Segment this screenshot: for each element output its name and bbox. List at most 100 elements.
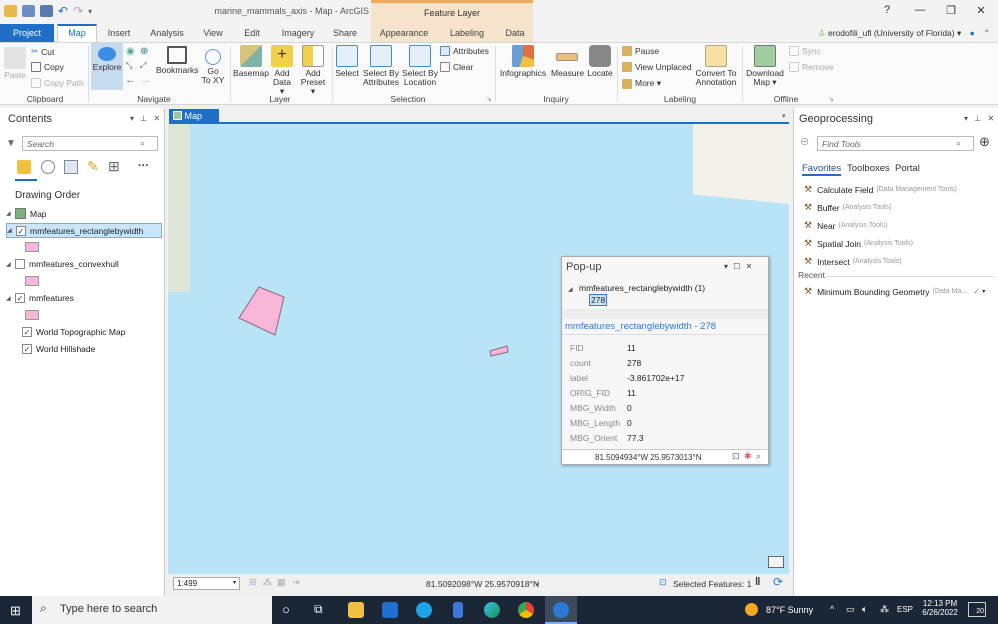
list-by-snapping-icon[interactable]: ⊞ bbox=[108, 158, 120, 175]
popup-layer-entry[interactable]: ◢ mmfeatures_rectanglebywidth (1) bbox=[568, 283, 705, 293]
arcgis-pro-taskbar-button[interactable] bbox=[545, 596, 577, 624]
app-icon[interactable] bbox=[453, 602, 463, 618]
add-data-button[interactable]: + Add Data ▾ bbox=[270, 45, 294, 96]
task-view-icon[interactable]: ⧉ bbox=[314, 602, 323, 617]
tab-appearance[interactable]: Appearance bbox=[374, 24, 434, 42]
layer-item-rectanglebywidth[interactable]: ◢ ✓ mmfeatures_rectanglebywidth bbox=[6, 223, 162, 238]
user-account[interactable]: ♙ erodofili_ufl (University of Florida) … bbox=[818, 28, 990, 39]
tree-item-map[interactable]: ◢ Map bbox=[6, 208, 47, 219]
tab-analysis[interactable]: Analysis bbox=[146, 24, 188, 42]
tool-item-spatial-join[interactable]: ⚒ Spatial Join (Analysis Tools) bbox=[804, 238, 913, 249]
weather-sun-icon[interactable] bbox=[745, 603, 758, 616]
convert-to-annotation-button[interactable]: Convert To Annotation bbox=[694, 45, 738, 87]
network-icon[interactable]: ▭ bbox=[846, 604, 855, 615]
layer-symbol-swatch[interactable] bbox=[25, 310, 39, 320]
snapping-icon[interactable]: ⁂ bbox=[263, 577, 272, 588]
sync-button[interactable]: Sync bbox=[789, 46, 821, 56]
windows-start-icon[interactable]: ⊞ bbox=[10, 603, 21, 619]
taskbar-search-box[interactable]: ⌕ Type here to search bbox=[32, 596, 272, 624]
remove-button[interactable]: Remove bbox=[789, 62, 834, 72]
scale-selector[interactable]: 1:499 ▾ bbox=[173, 577, 240, 590]
copy-button[interactable]: Copy bbox=[31, 62, 64, 72]
layer-item-convexhull[interactable]: ◢ mmfeatures_convexhull bbox=[6, 259, 119, 269]
view-options-icon[interactable]: ▾ bbox=[782, 112, 786, 120]
tab-imagery[interactable]: Imagery bbox=[278, 24, 318, 42]
cortana-icon[interactable]: ○ bbox=[282, 602, 290, 617]
pane-menu-icon[interactable]: ▾ bbox=[130, 114, 134, 123]
map-overview-icon[interactable] bbox=[768, 556, 784, 568]
layer-visibility-checkbox[interactable] bbox=[15, 259, 25, 269]
select-by-attributes-button[interactable]: Select By Attributes bbox=[362, 45, 400, 87]
tab-insert[interactable]: Insert bbox=[102, 24, 136, 42]
back-icon[interactable]: ⊖ bbox=[800, 135, 809, 148]
show-hidden-icons[interactable]: ^ bbox=[830, 604, 834, 614]
tool-item-calculate-field[interactable]: ⚒ Calculate Field (Data Management Tools) bbox=[804, 184, 957, 195]
collapse-icon[interactable]: ◢ bbox=[6, 261, 12, 268]
edge-icon[interactable] bbox=[484, 602, 500, 618]
layer-visibility-checkbox[interactable]: ✓ bbox=[15, 293, 25, 303]
list-by-source-icon[interactable] bbox=[41, 160, 55, 174]
tab-data[interactable]: Data bbox=[500, 24, 530, 42]
chevron-down-icon[interactable]: ▾ bbox=[982, 288, 985, 295]
popup-close-icon[interactable]: ✕ bbox=[746, 262, 753, 271]
zoom-to-feature-icon[interactable]: ⊡ bbox=[732, 451, 740, 462]
selection-options-launcher-icon[interactable]: ↘ bbox=[486, 95, 492, 103]
outlook-icon[interactable] bbox=[382, 602, 398, 618]
chrome-icon[interactable] bbox=[518, 602, 534, 618]
popup-feature-header[interactable]: mmfeatures_rectanglebywidth - 278 bbox=[565, 321, 716, 332]
pane-menu-icon[interactable]: ▾ bbox=[964, 114, 968, 123]
full-extent-icon[interactable]: ◉ bbox=[126, 46, 135, 57]
filter-icon[interactable]: ▼ bbox=[6, 138, 16, 149]
help-button[interactable]: ? bbox=[872, 4, 902, 16]
refresh-icon[interactable]: ⟳ bbox=[773, 575, 783, 589]
popup-maximize-icon[interactable]: ☐ bbox=[733, 262, 740, 271]
attributes-button[interactable]: Attributes bbox=[440, 46, 489, 56]
offline-options-launcher-icon[interactable]: ↘ bbox=[828, 95, 834, 103]
tool-item-buffer[interactable]: ⚒ Buffer (Analysis Tools) bbox=[804, 202, 892, 213]
popup-menu-icon[interactable]: ▾ bbox=[724, 262, 728, 271]
close-button[interactable]: ✕ bbox=[966, 4, 996, 17]
fixed-zoom-in-icon[interactable]: ⤡ bbox=[126, 61, 132, 71]
add-tool-icon[interactable]: ⊕ bbox=[979, 134, 990, 150]
layer-symbol-swatch[interactable] bbox=[25, 276, 39, 286]
popup-feature-id[interactable]: 278 bbox=[589, 294, 608, 306]
collapse-icon[interactable]: ◢ bbox=[6, 295, 12, 302]
flash-feature-icon[interactable]: ✱ bbox=[744, 451, 752, 462]
basemap-button[interactable]: Basemap bbox=[233, 45, 269, 78]
grid-icon[interactable]: ⊞ bbox=[249, 577, 257, 588]
paste-button[interactable]: Paste bbox=[4, 47, 26, 80]
pin-icon[interactable]: ⊥ bbox=[140, 114, 147, 123]
list-by-selection-icon[interactable] bbox=[64, 160, 78, 174]
locate-button[interactable]: Locate bbox=[586, 45, 614, 78]
more-options-icon[interactable]: ··· bbox=[138, 160, 149, 172]
tool-item-near[interactable]: ⚒ Near (Analysis Tools) bbox=[804, 220, 887, 231]
layer-item-mmfeatures[interactable]: ◢ ✓ mmfeatures bbox=[6, 293, 74, 303]
rotation-icon[interactable]: ⇥ bbox=[292, 577, 300, 588]
download-map-button[interactable]: Download Map ▾ bbox=[745, 45, 785, 87]
minimize-button[interactable]: — bbox=[905, 4, 935, 16]
language-indicator[interactable]: ESP bbox=[897, 605, 913, 614]
find-tools-input[interactable]: Find Tools ⌕ bbox=[817, 136, 974, 151]
measure-button[interactable]: Measure bbox=[551, 45, 584, 78]
file-explorer-icon[interactable] bbox=[348, 602, 364, 618]
tab-toolboxes[interactable]: Toolboxes bbox=[847, 163, 890, 174]
explore-button[interactable]: Explore bbox=[91, 43, 123, 90]
collapse-icon[interactable]: ◢ bbox=[7, 227, 13, 234]
collapse-icon[interactable]: ◢ bbox=[6, 210, 12, 217]
table-icon[interactable]: ▦ bbox=[277, 577, 286, 588]
fixed-zoom-out-icon[interactable]: ⤢ bbox=[140, 61, 146, 71]
list-by-editing-icon[interactable]: ✎ bbox=[87, 158, 99, 175]
copy-path-button[interactable]: Copy Path bbox=[31, 78, 84, 88]
layer-visibility-checkbox[interactable]: ✓ bbox=[22, 327, 32, 337]
rectangle-feature[interactable] bbox=[238, 286, 285, 336]
pin-icon[interactable]: ⊥ bbox=[974, 114, 981, 123]
tool-item-intersect[interactable]: ⚒ Intersect (Analysis Tools) bbox=[804, 256, 902, 267]
layer-visibility-checkbox[interactable]: ✓ bbox=[22, 344, 32, 354]
pause-drawing-icon[interactable]: ‖ bbox=[755, 576, 760, 588]
layer-item-world-hillshade[interactable]: ✓ World Hillshade bbox=[22, 344, 95, 354]
zoom-to-selected-icon[interactable]: ⊕ bbox=[140, 46, 148, 57]
select-button[interactable]: Select bbox=[334, 45, 360, 78]
clock[interactable]: 12:13 PM 6/26/2022 bbox=[920, 599, 960, 617]
tab-map[interactable]: Map bbox=[57, 24, 97, 43]
view-unplaced-button[interactable]: View Unplaced bbox=[622, 62, 692, 72]
